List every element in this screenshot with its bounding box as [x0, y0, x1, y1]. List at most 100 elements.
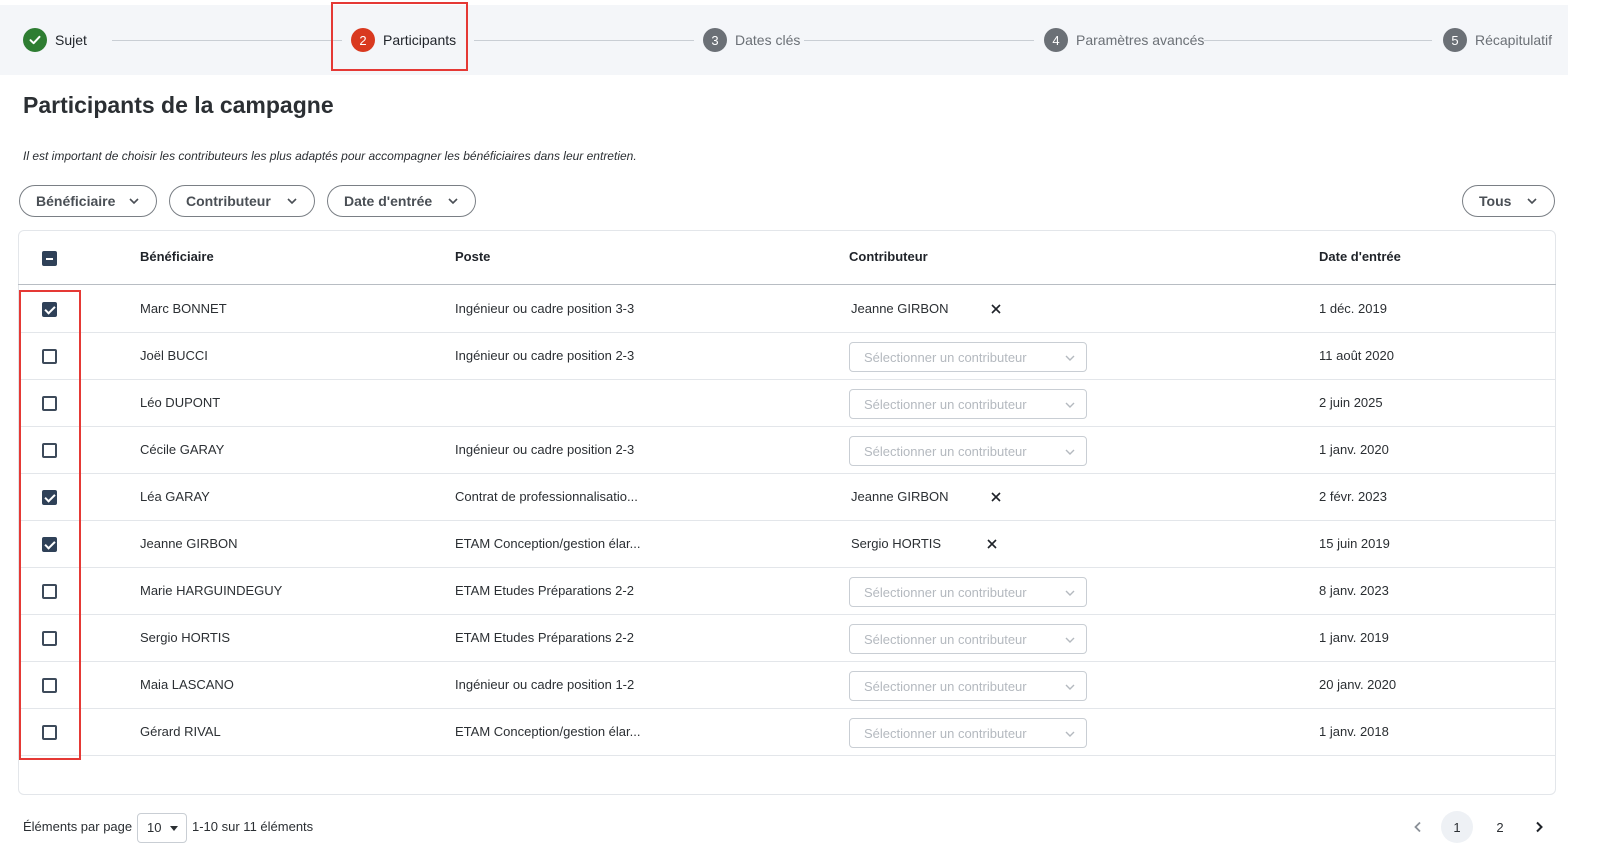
chevron-down-icon	[1065, 355, 1075, 361]
beneficiaire-name: Joël BUCCI	[140, 348, 208, 363]
table-row[interactable]: Maia LASCANO Ingénieur ou cadre position …	[18, 662, 1556, 709]
step-label: Paramètres avancés	[1076, 32, 1205, 48]
step-label: Sujet	[55, 32, 87, 48]
select-placeholder: Sélectionner un contributeur	[864, 397, 1027, 412]
filter-label: Bénéficiaire	[36, 193, 116, 209]
remove-contributeur-icon[interactable]	[985, 537, 999, 551]
contributeur-name: Jeanne GIRBON	[851, 489, 949, 504]
column-header-beneficiaire[interactable]: Bénéficiaire	[140, 249, 214, 264]
check-icon	[23, 28, 47, 52]
table-row[interactable]: Sergio HORTIS ETAM Etudes Préparations 2-…	[18, 615, 1556, 662]
chevron-down-icon	[1065, 590, 1075, 596]
table-row[interactable]: Joël BUCCI Ingénieur ou cadre position 2-…	[18, 333, 1556, 380]
contributeur-select[interactable]: Sélectionner un contributeur	[849, 577, 1087, 607]
contributeur-select[interactable]: Sélectionner un contributeur	[849, 718, 1087, 748]
contributeur-select[interactable]: Sélectionner un contributeur	[849, 671, 1087, 701]
chevron-down-icon	[1065, 731, 1075, 737]
date-entree: 1 janv. 2019	[1319, 630, 1389, 645]
poste-text: ETAM Etudes Préparations 2-2	[455, 630, 634, 645]
beneficiaire-name: Cécile GARAY	[140, 442, 225, 457]
date-entree: 1 janv. 2018	[1319, 724, 1389, 739]
contributeur-select[interactable]: Sélectionner un contributeur	[849, 342, 1087, 372]
beneficiaire-name: Jeanne GIRBON	[140, 536, 238, 551]
step-number: 4	[1044, 28, 1068, 52]
page-description: Il est important de choisir les contribu…	[23, 149, 637, 163]
step-label: Récapitulatif	[1475, 32, 1553, 48]
stepper: Sujet 2 Participants 3 Dates clés 4 Para…	[0, 5, 1568, 75]
contributeur-select[interactable]: Sélectionner un contributeur	[849, 436, 1087, 466]
filter-label: Tous	[1479, 193, 1512, 209]
step-dates-cles[interactable]: 3 Dates clés	[703, 28, 800, 52]
date-entree: 15 juin 2019	[1319, 536, 1390, 551]
beneficiaire-name: Gérard RIVAL	[140, 724, 221, 739]
table-header: Bénéficiaire Poste Contributeur Date d'e…	[18, 231, 1556, 285]
select-all-checkbox[interactable]	[42, 251, 57, 266]
poste-text: ETAM Conception/gestion élar...	[455, 536, 641, 551]
filter-contributeur[interactable]: Contributeur	[169, 185, 315, 217]
table-row[interactable]: Gérard RIVAL ETAM Conception/gestion élar…	[18, 709, 1556, 756]
filter-label: Contributeur	[186, 193, 271, 209]
range-text: 1-10 sur 11 éléments	[192, 819, 314, 834]
select-placeholder: Sélectionner un contributeur	[864, 585, 1027, 600]
step-label: Dates clés	[735, 32, 801, 48]
step-number: 3	[703, 28, 727, 52]
next-page-button[interactable]	[1523, 811, 1555, 843]
chevron-down-icon	[1065, 402, 1075, 408]
contributeur-select[interactable]: Sélectionner un contributeur	[849, 389, 1087, 419]
filter-date-entree[interactable]: Date d'entrée	[327, 185, 476, 217]
date-entree: 20 janv. 2020	[1319, 677, 1397, 692]
poste-text: Contrat de professionnalisatio...	[455, 489, 638, 504]
caret-down-icon	[170, 826, 178, 831]
per-page-label: Éléments par page	[23, 819, 133, 834]
select-placeholder: Sélectionner un contributeur	[864, 444, 1027, 459]
step-sujet[interactable]: Sujet	[23, 28, 87, 52]
chevron-down-icon	[287, 198, 297, 205]
checkbox-column-highlight	[19, 290, 81, 760]
date-entree: 8 janv. 2023	[1319, 583, 1389, 598]
step-connector	[804, 40, 1034, 41]
step-connector	[1204, 40, 1432, 41]
step-connector	[474, 40, 694, 41]
select-placeholder: Sélectionner un contributeur	[864, 350, 1027, 365]
step-connector	[112, 40, 342, 41]
poste-text: Ingénieur ou cadre position 3-3	[455, 301, 635, 316]
table-row[interactable]: Marie HARGUINDEGUY ETAM Etudes Préparatio…	[18, 568, 1556, 615]
per-page-select[interactable]: 10	[137, 813, 187, 843]
beneficiaire-name: Léo DUPONT	[140, 395, 221, 410]
poste-text: ETAM Conception/gestion élar...	[455, 724, 641, 739]
page-title: Participants de la campagne	[23, 92, 334, 118]
table-row[interactable]: Cécile GARAY Ingénieur ou cadre position …	[18, 427, 1556, 474]
chevron-down-icon	[1527, 198, 1537, 205]
page-2-button[interactable]: 2	[1484, 811, 1516, 843]
filter-beneficiaire[interactable]: Bénéficiaire	[19, 185, 157, 217]
column-header-poste[interactable]: Poste	[455, 249, 490, 264]
beneficiaire-name: Léa GARAY	[140, 489, 210, 504]
step-parametres-avances[interactable]: 4 Paramètres avancés	[1044, 28, 1204, 52]
table-row[interactable]: Léo DUPONT Sélectionner un contributeur 2 …	[18, 380, 1556, 427]
filter-status[interactable]: Tous	[1462, 185, 1555, 217]
active-step-highlight	[331, 2, 468, 71]
date-entree: 1 janv. 2020	[1319, 442, 1389, 457]
step-recapitulatif[interactable]: 5 Récapitulatif	[1443, 28, 1552, 52]
remove-contributeur-icon[interactable]	[989, 302, 1003, 316]
poste-text: Ingénieur ou cadre position 1-2	[455, 677, 635, 692]
table-row[interactable]: Marc BONNET Ingénieur ou cadre position 3…	[18, 286, 1556, 333]
chevron-down-icon	[129, 198, 139, 205]
remove-contributeur-icon[interactable]	[989, 490, 1003, 504]
chevron-down-icon	[448, 198, 458, 205]
select-placeholder: Sélectionner un contributeur	[864, 726, 1027, 741]
filter-label: Date d'entrée	[344, 193, 433, 209]
select-placeholder: Sélectionner un contributeur	[864, 679, 1027, 694]
chevron-down-icon	[1065, 684, 1075, 690]
column-header-date-entree[interactable]: Date d'entrée	[1319, 249, 1401, 264]
prev-page-button[interactable]	[1402, 811, 1434, 843]
table-row[interactable]: Léa GARAY Contrat de professionnalisatio.…	[18, 474, 1556, 521]
column-header-contributeur[interactable]: Contributeur	[849, 249, 928, 264]
select-placeholder: Sélectionner un contributeur	[864, 632, 1027, 647]
beneficiaire-name: Marc BONNET	[140, 301, 227, 316]
poste-text: Ingénieur ou cadre position 2-3	[455, 442, 635, 457]
chevron-down-icon	[1065, 449, 1075, 455]
contributeur-select[interactable]: Sélectionner un contributeur	[849, 624, 1087, 654]
page-1-button[interactable]: 1	[1441, 811, 1473, 843]
table-row[interactable]: Jeanne GIRBON ETAM Conception/gestion éla…	[18, 521, 1556, 568]
